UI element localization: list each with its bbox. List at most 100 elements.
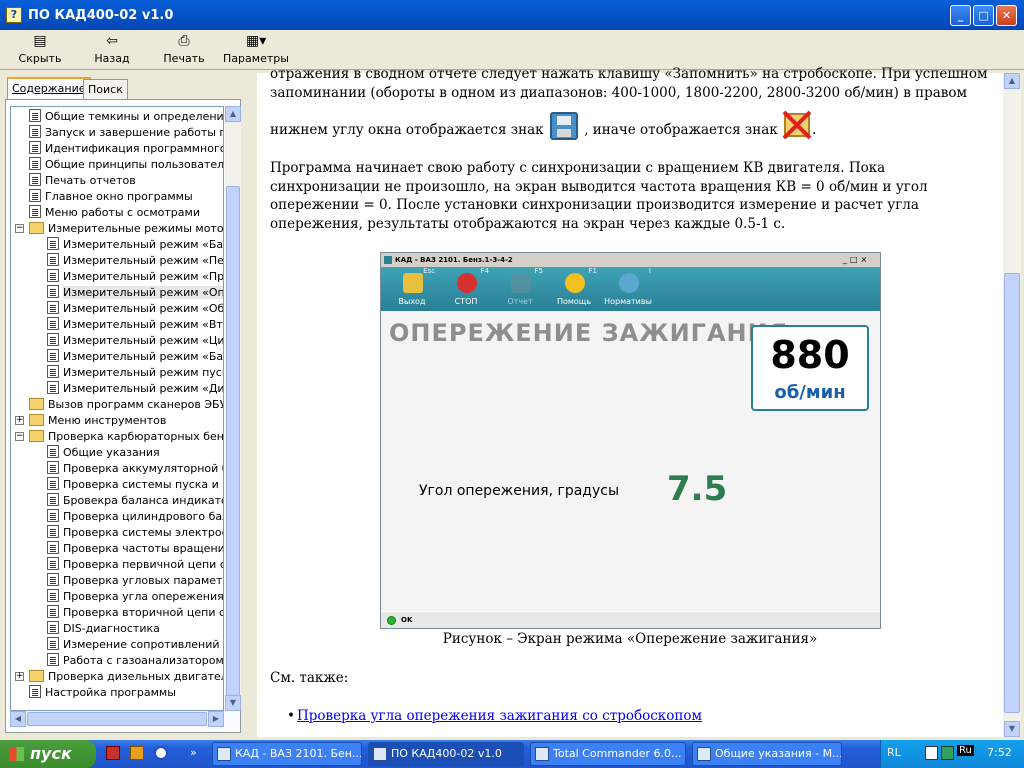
- tree-item[interactable]: Проверка вторичной цепи системы: [11, 605, 223, 621]
- print-button[interactable]: ⎙ Печать: [156, 32, 212, 65]
- tree-item[interactable]: Вызов программ сканеров ЭБУ автомобиля: [11, 397, 223, 413]
- link-stroboscope[interactable]: Проверка угла опережения зажигания со ст…: [297, 708, 702, 724]
- folder-icon: [29, 222, 44, 234]
- tree-item[interactable]: Измерительный режим «Цилиндры»: [11, 333, 223, 349]
- page-icon: [47, 509, 59, 522]
- tree-item[interactable]: Измерительный режим «Первичное напряжени…: [11, 253, 223, 269]
- quicklaunch-tool-icon[interactable]: [130, 746, 144, 760]
- tree-item[interactable]: + Проверка дизельных двигателей: [11, 669, 223, 685]
- tab-search[interactable]: Поиск: [83, 79, 128, 99]
- tree-horizontal-scrollbar[interactable]: ◀ ▶: [10, 711, 224, 727]
- options-button[interactable]: ▦▾ Параметры: [222, 32, 290, 65]
- collapse-icon[interactable]: −: [15, 432, 24, 441]
- quicklaunch-media-icon[interactable]: [154, 746, 168, 760]
- tree-item[interactable]: Измерительный режим «Опережение зажигани…: [11, 285, 223, 301]
- tree-item[interactable]: Измерительный режим «Батарея»: [11, 237, 223, 253]
- scroll-up-icon[interactable]: ▲: [225, 106, 241, 122]
- figure-status-bar: OK: [381, 612, 880, 628]
- maximize-button[interactable]: □: [973, 5, 994, 26]
- page-icon: [29, 109, 41, 122]
- tree-item[interactable]: − Проверка карбюраторных бензиновых двига…: [11, 429, 223, 445]
- content-scroll-down-icon[interactable]: ▼: [1004, 721, 1020, 737]
- tree-item[interactable]: Меню работы с осмотрами: [11, 205, 223, 221]
- hide-button[interactable]: ▤ Скрыть: [12, 32, 68, 65]
- tree-item[interactable]: Работа с газоанализатором: [11, 653, 223, 669]
- scroll-right-icon[interactable]: ▶: [208, 711, 224, 727]
- tree-item[interactable]: Запуск и завершение работы программы: [11, 125, 223, 141]
- figure-caption: Рисунок – Экран режима «Опережение зажиг…: [442, 631, 818, 647]
- figure-button-help: F1 Помощь: [549, 267, 599, 311]
- tree-scroll-thumb[interactable]: [226, 186, 240, 706]
- clock[interactable]: 7:52: [987, 746, 1012, 759]
- tree-item[interactable]: + Меню инструментов: [11, 413, 223, 429]
- figure-heading: ОПЕРЕЖЕНИЕ ЗАЖИГАНИЯ: [389, 319, 789, 347]
- content-scroll-thumb[interactable]: [1004, 273, 1020, 713]
- tree-item[interactable]: Проверка угла опережения зажигания: [11, 589, 223, 605]
- help-app-icon: ?: [6, 7, 22, 23]
- page-icon: [47, 541, 59, 554]
- tab-contents[interactable]: Содержание: [7, 77, 91, 99]
- tree-item[interactable]: Проверка первичной цепи системы: [11, 557, 223, 573]
- tree-item[interactable]: Проверка угловых параметров: [11, 573, 223, 589]
- tree-item[interactable]: Измерительный режим «Прерыватель»: [11, 269, 223, 285]
- tree-item-label: Печать отчетов: [45, 174, 136, 187]
- task-total-commander[interactable]: Total Commander 6.0...: [530, 742, 686, 766]
- start-button[interactable]: пуск: [0, 740, 96, 768]
- tree-item[interactable]: Главное окно программы: [11, 189, 223, 205]
- expand-icon[interactable]: +: [15, 416, 24, 425]
- tree-item[interactable]: Общие темкины и определения: [11, 109, 223, 125]
- tree-item[interactable]: Измерительный режим «Диагностика»: [11, 381, 223, 397]
- see-also-item: • Проверка угла опережения зажигания со …: [287, 707, 1017, 726]
- tree-item[interactable]: Настройка программы: [11, 685, 223, 701]
- keyboard-layout-indicator[interactable]: Ru: [957, 745, 974, 756]
- tree-item[interactable]: Проверка частоты вращения: [11, 541, 223, 557]
- tree-item[interactable]: DIS-диагностика: [11, 621, 223, 637]
- tray-app-icon[interactable]: [925, 746, 938, 760]
- tree-item[interactable]: Проверка аккумуляторной батареи: [11, 461, 223, 477]
- back-button[interactable]: ⇦ Назад: [84, 32, 140, 65]
- tree-item[interactable]: Измерительный режим «Вторичное напряжени…: [11, 317, 223, 333]
- tree-item[interactable]: Измерительный режим пуска: [11, 365, 223, 381]
- tree-item[interactable]: Измерение сопротивлений: [11, 637, 223, 653]
- quicklaunch-expand-icon[interactable]: »: [190, 746, 197, 759]
- tree-item[interactable]: Общие указания: [11, 445, 223, 461]
- tree-item[interactable]: − Измерительные режимы мотор-тестера: [11, 221, 223, 237]
- quicklaunch-app-icon[interactable]: [106, 746, 120, 760]
- tree-item[interactable]: Печать отчетов: [11, 173, 223, 189]
- page-icon: [29, 141, 41, 154]
- collapse-icon[interactable]: −: [15, 224, 24, 233]
- task-word[interactable]: Общие указания - М...: [692, 742, 842, 766]
- task-kad[interactable]: КАД - ВАЗ 2101. Бен...: [212, 742, 362, 766]
- tray-network-icon[interactable]: [941, 746, 954, 760]
- tree-item-label: Проверка вторичной цепи системы: [63, 606, 223, 619]
- tree-item[interactable]: Проверка цилиндрового баланса: [11, 509, 223, 525]
- page-icon: [47, 381, 59, 394]
- minimize-button[interactable]: _: [950, 5, 971, 26]
- tree-item[interactable]: Бровекра баланса индикатора: [11, 493, 223, 509]
- tree-item[interactable]: Идентификация программного комплекса: [11, 141, 223, 157]
- navigation-pane: Содержание Поиск Общие темкины и определ…: [3, 73, 243, 737]
- status-led-icon: [387, 616, 396, 625]
- scroll-left-icon[interactable]: ◀: [10, 711, 26, 727]
- tree-item[interactable]: Проверка системы электроснабжения: [11, 525, 223, 541]
- figure-button-label: Отчет: [507, 297, 533, 306]
- scroll-down-icon[interactable]: ▼: [225, 695, 241, 711]
- task-help[interactable]: ПО КАД400-02 v1.0: [368, 742, 524, 766]
- tree-item[interactable]: Измерительный режим «Обороты»: [11, 301, 223, 317]
- tree-item[interactable]: Измерительный режим «Баланс»: [11, 349, 223, 365]
- content-scroll-up-icon[interactable]: ▲: [1004, 73, 1020, 89]
- title-bar: ? ПО КАД400-02 v1.0 _ □ ✕: [0, 0, 1024, 30]
- tree-vertical-scrollbar[interactable]: ▲ ▼: [225, 106, 241, 711]
- pane-splitter[interactable]: [245, 73, 255, 737]
- task-label: ПО КАД400-02 v1.0: [391, 747, 502, 760]
- expand-icon[interactable]: +: [15, 672, 24, 681]
- print-label: Печать: [163, 52, 205, 65]
- language-indicator[interactable]: RL: [887, 746, 901, 759]
- figure-screenshot: КАД - ВАЗ 2101. Бенз.1-3-4-2 _□× Esc Выхо…: [380, 252, 881, 629]
- tree-item[interactable]: Проверка системы пуска и контроль: [11, 477, 223, 493]
- tree-item[interactable]: Общие принципы пользовательского интерфе…: [11, 157, 223, 173]
- figure-button-label: СТОП: [454, 297, 478, 306]
- content-vertical-scrollbar[interactable]: ▲ ▼: [1003, 73, 1021, 737]
- tree-hscroll-thumb[interactable]: [27, 712, 207, 726]
- close-button[interactable]: ✕: [996, 5, 1017, 26]
